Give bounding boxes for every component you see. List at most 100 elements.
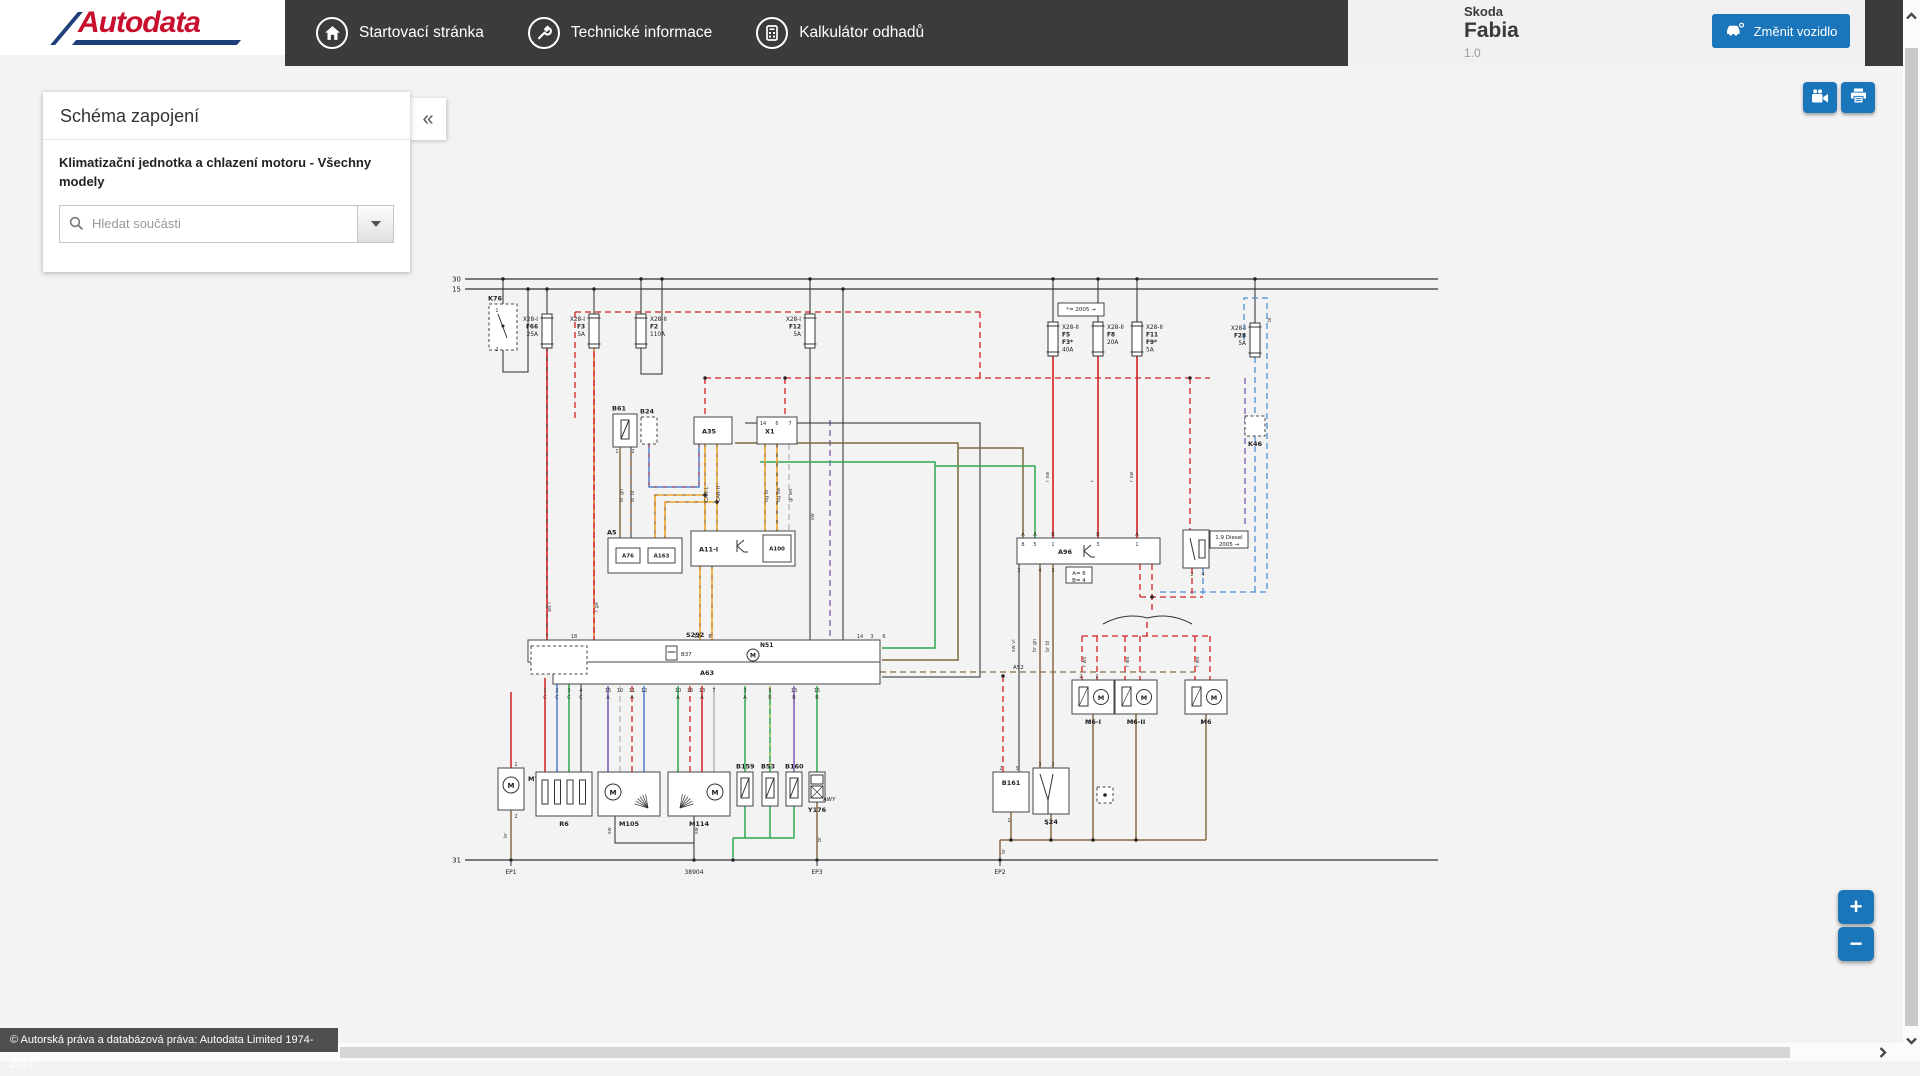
svg-text:4: 4 — [1201, 572, 1204, 578]
horizontal-scroll-thumb[interactable] — [340, 1047, 1790, 1058]
svg-text:*= 2005 →: *= 2005 → — [1066, 307, 1096, 313]
svg-text:3: 3 — [1051, 568, 1054, 574]
diagram-subtitle: Klimatizační jednotka a chlazení motoru … — [59, 154, 379, 192]
svg-text:10: 10 — [617, 688, 623, 694]
svg-text:5A: 5A — [793, 332, 801, 338]
svg-text:F9*: F9* — [1146, 340, 1157, 346]
svg-text:F2: F2 — [650, 325, 658, 331]
vertical-scroll-thumb[interactable] — [1905, 48, 1918, 1026]
svg-text:r ws: r ws — [1082, 656, 1088, 667]
search-input[interactable] — [92, 206, 357, 242]
svg-text:r ws: r ws — [1195, 656, 1201, 667]
nav-startovaci-stranka[interactable]: Startovací stránka — [316, 17, 484, 49]
svg-text:M: M — [1098, 694, 1104, 702]
vehicle-make: Skoda — [1464, 4, 1503, 19]
svg-text:C: C — [555, 695, 559, 701]
svg-text:B159: B159 — [736, 763, 755, 771]
svg-text:F3*: F3* — [1062, 340, 1073, 346]
printer-icon — [1850, 88, 1867, 107]
svg-text:10: 10 — [675, 688, 681, 694]
schema-zapojeni-panel: Schéma zapojení Klimatizační jednotka a … — [43, 92, 410, 272]
change-vehicle-button[interactable]: Změnit vozidlo — [1712, 14, 1850, 48]
svg-text:14: 14 — [857, 634, 863, 640]
svg-text:X28-I: X28-I — [523, 317, 538, 323]
svg-text:A5: A5 — [607, 529, 617, 537]
svg-text:br bl: br bl — [630, 491, 636, 502]
search-icon — [60, 206, 92, 242]
svg-text:X28-I: X28-I — [786, 317, 801, 323]
svg-text:2: 2 — [999, 766, 1002, 772]
logo-text: Autodata — [78, 6, 200, 40]
svg-text:11: 11 — [629, 688, 635, 694]
svg-text:B= 4: B= 4 — [1072, 578, 1086, 584]
home-icon — [316, 17, 348, 49]
svg-text:30: 30 — [452, 276, 461, 284]
svg-text:br gn: br gn — [1032, 639, 1038, 652]
svg-text:sw: sw — [810, 513, 816, 520]
svg-text:2: 2 — [495, 347, 498, 353]
svg-text:B53: B53 — [761, 763, 775, 771]
svg-text:M: M — [610, 789, 617, 797]
svg-text:38904: 38904 — [684, 869, 703, 876]
zoom-out-button[interactable]: − — [1838, 927, 1874, 961]
collapse-panel-button[interactable]: « — [410, 98, 446, 140]
svg-text:1: 1 — [1051, 542, 1054, 548]
svg-text:B160: B160 — [785, 763, 804, 771]
autodata-logo[interactable]: Autodata — [0, 0, 285, 55]
svg-text:ws r: ws r — [547, 601, 553, 612]
svg-text:B: B — [1096, 532, 1100, 538]
svg-text:1: 1 — [1007, 818, 1010, 824]
svg-text:r: r — [1090, 479, 1096, 482]
svg-text:B: B — [815, 695, 819, 701]
svg-text:C: C — [579, 695, 583, 701]
svg-text:C: C — [567, 695, 571, 701]
wrench-icon — [528, 17, 560, 49]
svg-text:F8: F8 — [1107, 333, 1115, 339]
svg-text:sw: sw — [694, 827, 700, 834]
svg-text:A163: A163 — [654, 554, 670, 560]
svg-text:F66: F66 — [526, 325, 538, 331]
nav-kalkulator-odhadu[interactable]: Kalkulátor odhadů — [756, 17, 924, 49]
svg-text:br bl: br bl — [1045, 641, 1051, 652]
svg-text:M105: M105 — [619, 820, 640, 828]
svg-text:bl: bl — [1267, 317, 1273, 322]
scroll-right-icon[interactable] — [1874, 1044, 1891, 1061]
svg-text:2: 2 — [631, 449, 634, 455]
scroll-up-icon[interactable] — [1903, 8, 1920, 25]
svg-text:A: A — [1033, 532, 1037, 538]
zoom-in-button[interactable]: + — [1838, 890, 1874, 924]
svg-text:br gn: br gn — [619, 489, 625, 502]
svg-text:B61: B61 — [612, 405, 626, 413]
svg-text:r sw: r sw — [1129, 472, 1135, 482]
svg-text:C: C — [543, 695, 547, 701]
svg-text:13: 13 — [791, 688, 797, 694]
svg-text:8: 8 — [1021, 542, 1024, 548]
svg-text:A= 6: A= 6 — [1072, 571, 1086, 577]
svg-text:14: 14 — [760, 421, 766, 427]
svg-text:2: 2 — [1190, 572, 1193, 578]
svg-text:15: 15 — [814, 688, 820, 694]
panel-title: Schéma zapojení — [43, 92, 410, 140]
nav-technicke-informace[interactable]: Technické informace — [528, 17, 712, 49]
change-vehicle-label: Změnit vozidlo — [1754, 24, 1838, 39]
svg-text:31: 31 — [452, 857, 461, 865]
svg-text:F5: F5 — [1062, 333, 1070, 339]
video-button[interactable] — [1803, 82, 1837, 113]
scroll-down-icon[interactable] — [1903, 1032, 1920, 1049]
vertical-scrollbar[interactable] — [1903, 0, 1920, 1061]
search-dropdown-button[interactable] — [357, 206, 393, 242]
svg-text:4: 4 — [1038, 568, 1041, 574]
collapse-icon: « — [422, 108, 433, 131]
svg-text:2: 2 — [1017, 568, 1020, 574]
svg-text:A: A — [606, 695, 610, 701]
svg-text:1: 1 — [615, 449, 618, 455]
svg-text:gr ws: gr ws — [788, 488, 794, 502]
svg-text:EP3: EP3 — [811, 869, 822, 876]
svg-text:A35: A35 — [702, 428, 717, 436]
svg-text:K46: K46 — [1248, 440, 1263, 448]
main-nav: Startovací stránka Technické informace K… — [316, 0, 924, 66]
svg-text:B: B — [1051, 532, 1055, 538]
svg-text:A76: A76 — [622, 554, 634, 560]
calculator-icon — [756, 17, 788, 49]
print-button[interactable] — [1841, 82, 1875, 113]
